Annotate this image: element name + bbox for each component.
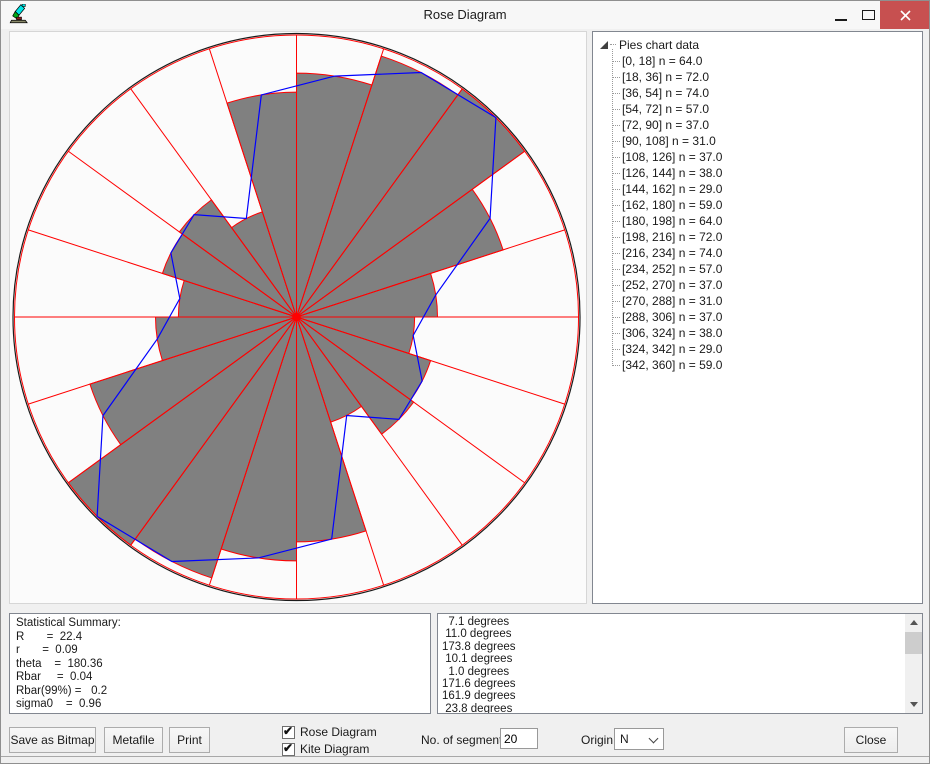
degrees-scrollbar[interactable] [905, 614, 922, 713]
degree-line: 23.8 degrees [442, 703, 900, 714]
checkbox-label: Rose Diagram [300, 725, 377, 739]
origin-label: Origin [581, 733, 613, 747]
minimize-icon [835, 19, 847, 21]
scrollbar-thumb[interactable] [905, 632, 922, 654]
center-dot [293, 313, 301, 321]
tree-item[interactable]: [126, 144] n = 38.0 [612, 165, 922, 181]
degrees-list-box: 7.1 degrees 11.0 degrees173.8 degrees 10… [437, 613, 923, 714]
checkbox-row[interactable]: ✔ Rose Diagram [282, 724, 377, 740]
checkbox[interactable]: ✔ [282, 726, 295, 739]
segments-input[interactable] [500, 728, 538, 749]
degree-line: 171.6 degrees [442, 678, 900, 690]
scroll-up-button[interactable] [905, 614, 922, 631]
arrow-down-icon [910, 702, 918, 707]
tree-item[interactable]: [252, 270] n = 37.0 [612, 277, 922, 293]
degree-line: 7.1 degrees [442, 616, 900, 628]
tree-item[interactable]: [216, 234] n = 74.0 [612, 245, 922, 261]
degrees-lines: 7.1 degrees 11.0 degrees173.8 degrees 10… [438, 614, 922, 714]
tree-item[interactable]: [0, 18] n = 64.0 [612, 53, 922, 69]
checkmark-icon: ✔ [283, 741, 293, 755]
checkbox-label: Kite Diagram [300, 742, 369, 756]
origin-dropdown[interactable]: N [614, 728, 664, 750]
segments-label: No. of segments [421, 733, 508, 747]
tree-root-connector [610, 44, 616, 45]
tree-item[interactable]: [108, 126] n = 37.0 [612, 149, 922, 165]
tree-item[interactable]: [234, 252] n = 57.0 [612, 261, 922, 277]
tree-item[interactable]: [198, 216] n = 72.0 [612, 229, 922, 245]
rose-diagram-window: Rose Diagram Pies chart data [0, 18] n =… [0, 0, 930, 764]
close-icon [900, 10, 911, 21]
maximize-button[interactable] [857, 1, 880, 29]
rose-diagram-chart [9, 31, 587, 604]
stat-line: Rbar = 0.04 [16, 671, 424, 685]
tree-item[interactable]: [324, 342] n = 29.0 [612, 341, 922, 357]
tree-item[interactable]: [306, 324] n = 38.0 [612, 325, 922, 341]
degree-line: 10.1 degrees [442, 653, 900, 665]
print-button[interactable]: Print [169, 727, 210, 753]
tree-item[interactable]: [270, 288] n = 31.0 [612, 293, 922, 309]
tree-item[interactable]: [342, 360] n = 59.0 [612, 357, 922, 373]
metafile-button[interactable]: Metafile [104, 727, 163, 753]
origin-value: N [620, 732, 629, 746]
chevron-down-icon [649, 734, 659, 744]
tree-item[interactable]: [162, 180] n = 59.0 [612, 197, 922, 213]
stat-line: sigma0 = 0.96 [16, 698, 424, 712]
diagram-checkbox-group: ✔ Rose Diagram ✔ Kite Diagram [282, 724, 377, 758]
degree-line: 173.8 degrees [442, 641, 900, 653]
stat-line: Rbar(99%) = 0.2 [16, 685, 424, 699]
tree-root-label: Pies chart data [619, 38, 699, 52]
close-button[interactable] [880, 1, 930, 29]
pies-chart-data-tree[interactable]: Pies chart data [0, 18] n = 64.0[18, 36]… [592, 31, 923, 604]
save-as-bitmap-button[interactable]: Save as Bitmap [9, 727, 96, 753]
degree-line: 1.0 degrees [442, 666, 900, 678]
tree-item[interactable]: [180, 198] n = 64.0 [612, 213, 922, 229]
tree-item[interactable]: [36, 54] n = 74.0 [612, 85, 922, 101]
tree-item[interactable]: [144, 162] n = 29.0 [612, 181, 922, 197]
tree-item[interactable]: [288, 306] n = 37.0 [612, 309, 922, 325]
close-dialog-button[interactable]: Close [844, 727, 898, 753]
tree-item[interactable]: [18, 36] n = 72.0 [612, 69, 922, 85]
statistical-summary-box: Statistical Summary:R = 22.4r = 0.09thet… [9, 613, 431, 714]
tree-item[interactable]: [54, 72] n = 57.0 [612, 101, 922, 117]
tree-item[interactable]: [72, 90] n = 37.0 [612, 117, 922, 133]
checkbox-row[interactable]: ✔ Kite Diagram [282, 741, 377, 757]
stat-line: Statistical Summary: [16, 617, 424, 631]
tree-expander-icon[interactable] [600, 41, 608, 49]
stat-line: r = 0.09 [16, 644, 424, 658]
title-bar: Rose Diagram [1, 1, 929, 29]
window-title: Rose Diagram [1, 7, 929, 22]
bottom-divider [1, 756, 929, 757]
scroll-down-button[interactable] [905, 696, 922, 713]
arrow-up-icon [910, 620, 918, 625]
tree-items: [0, 18] n = 64.0[18, 36] n = 72.0[36, 54… [612, 53, 922, 373]
degree-line: 11.0 degrees [442, 628, 900, 640]
checkmark-icon: ✔ [283, 724, 293, 738]
tree-root-row[interactable]: Pies chart data [600, 36, 922, 53]
maximize-icon [862, 10, 875, 20]
stat-line: R = 22.4 [16, 631, 424, 645]
minimize-button[interactable] [825, 1, 857, 29]
degree-line: 161.9 degrees [442, 690, 900, 702]
tree-item[interactable]: [90, 108] n = 31.0 [612, 133, 922, 149]
stat-line: theta = 180.36 [16, 658, 424, 672]
checkbox[interactable]: ✔ [282, 743, 295, 756]
